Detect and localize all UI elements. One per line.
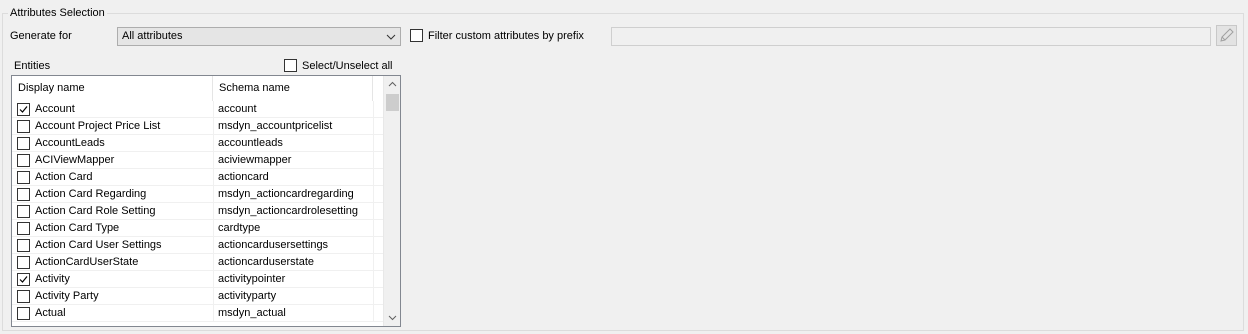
- scrollbar-thumb[interactable]: [386, 94, 399, 111]
- entity-checkbox[interactable]: [17, 137, 30, 150]
- entity-schema-name: msdyn_actual: [218, 307, 286, 319]
- entity-display-name: Account Project Price List: [35, 120, 161, 132]
- entity-checkbox[interactable]: [17, 273, 30, 286]
- entity-schema-name: activitypointer: [218, 273, 286, 285]
- entity-row[interactable]: Account account: [12, 101, 383, 118]
- generate-for-selected: All attributes: [122, 30, 183, 42]
- entity-schema-name: msdyn_actioncardrolesetting: [218, 205, 359, 217]
- entity-row[interactable]: Action Card User Settings actioncardusers…: [12, 237, 383, 254]
- filter-prefix-label: Filter custom attributes by prefix: [428, 30, 584, 42]
- entity-display-name: Activity: [35, 273, 70, 285]
- edit-prefix-button[interactable]: [1216, 25, 1237, 46]
- entity-row[interactable]: Activity Party activityparty: [12, 288, 383, 305]
- entity-schema-name: actioncard: [218, 171, 269, 183]
- entity-schema-name: msdyn_actioncardregarding: [218, 188, 354, 200]
- entity-schema-name: actioncarduserstate: [218, 256, 314, 268]
- entity-schema-name: activityparty: [218, 290, 277, 302]
- entity-schema-name: msdyn_accountpricelist: [218, 120, 333, 132]
- select-all-checkbox[interactable]: [284, 59, 297, 72]
- entity-display-name: Action Card: [35, 171, 93, 183]
- entity-display-name: ActionCardUserState: [35, 256, 139, 268]
- entity-schema-name: account: [218, 103, 257, 115]
- entity-checkbox[interactable]: [17, 222, 30, 235]
- column-header-schema-name[interactable]: Schema name: [213, 76, 373, 101]
- generate-for-label: Generate for: [10, 30, 72, 42]
- entity-row[interactable]: Account Project Price List msdyn_accountp…: [12, 118, 383, 135]
- entities-list[interactable]: Display name Schema name Account account A…: [11, 75, 401, 327]
- vertical-scrollbar[interactable]: [383, 76, 400, 326]
- entity-checkbox[interactable]: [17, 290, 30, 303]
- list-header: Display name Schema name: [12, 76, 383, 101]
- column-header-display-name[interactable]: Display name: [12, 76, 213, 101]
- prefix-input[interactable]: [611, 27, 1211, 46]
- entity-display-name: ACIViewMapper: [35, 154, 115, 166]
- scroll-down-arrow-icon[interactable]: [384, 309, 401, 326]
- entity-checkbox[interactable]: [17, 256, 30, 269]
- entity-display-name: AccountLeads: [35, 137, 105, 149]
- entity-schema-name: accountleads: [218, 137, 283, 149]
- entity-checkbox[interactable]: [17, 120, 30, 133]
- entity-display-name: Action Card Role Setting: [35, 205, 156, 217]
- entity-checkbox[interactable]: [17, 205, 30, 218]
- generate-for-dropdown[interactable]: All attributes: [117, 27, 401, 46]
- entity-row[interactable]: ActionCardUserState actioncarduserstate: [12, 254, 383, 271]
- entity-display-name: Activity Party: [35, 290, 99, 302]
- entity-rows: Account account Account Project Price List…: [12, 101, 383, 322]
- entity-row[interactable]: ACIViewMapper aciviewmapper: [12, 152, 383, 169]
- entity-row[interactable]: AccountLeads accountleads: [12, 135, 383, 152]
- pencil-icon: [1220, 28, 1234, 42]
- entity-checkbox[interactable]: [17, 103, 30, 116]
- filter-prefix-checkbox[interactable]: [410, 29, 423, 42]
- entity-row[interactable]: Actual msdyn_actual: [12, 305, 383, 322]
- entities-label: Entities: [14, 60, 51, 72]
- entity-schema-name: actioncardusersettings: [218, 239, 329, 251]
- entity-display-name: Actual: [35, 307, 66, 319]
- entity-checkbox[interactable]: [17, 239, 30, 252]
- scroll-up-arrow-icon[interactable]: [384, 76, 401, 93]
- entity-row[interactable]: Action Card actioncard: [12, 169, 383, 186]
- chevron-down-icon: [386, 34, 396, 40]
- entity-display-name: Action Card Type: [35, 222, 120, 234]
- entity-row[interactable]: Action Card Type cardtype: [12, 220, 383, 237]
- entity-row[interactable]: Activity activitypointer: [12, 271, 383, 288]
- entity-checkbox[interactable]: [17, 171, 30, 184]
- entity-display-name: Action Card Regarding: [35, 188, 147, 200]
- entity-row[interactable]: Action Card Role Setting msdyn_actioncard…: [12, 203, 383, 220]
- group-title: Attributes Selection: [8, 7, 107, 20]
- entity-checkbox[interactable]: [17, 188, 30, 201]
- select-all-label: Select/Unselect all: [302, 60, 393, 72]
- entity-display-name: Action Card User Settings: [35, 239, 162, 251]
- entity-schema-name: aciviewmapper: [218, 154, 292, 166]
- entity-checkbox[interactable]: [17, 307, 30, 320]
- entity-checkbox[interactable]: [17, 154, 30, 167]
- entity-row[interactable]: Action Card Regarding msdyn_actioncardreg…: [12, 186, 383, 203]
- entity-display-name: Account: [35, 103, 75, 115]
- entity-schema-name: cardtype: [218, 222, 261, 234]
